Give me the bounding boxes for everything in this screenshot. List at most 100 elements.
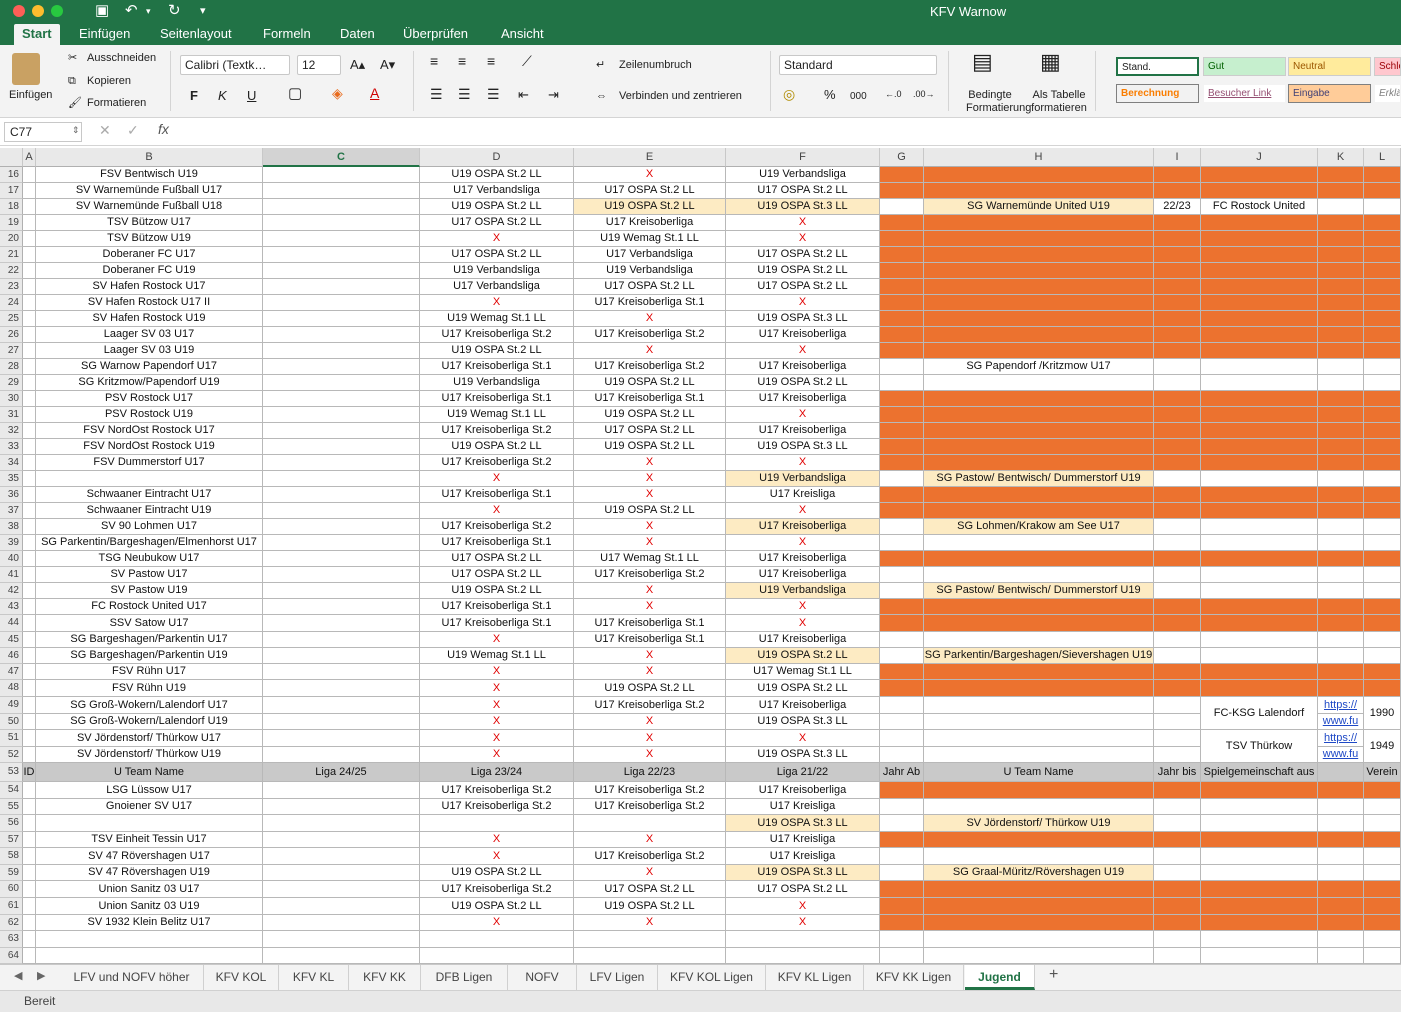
- table-cell[interactable]: [1154, 519, 1201, 535]
- table-cell[interactable]: SV Hafen Rostock U17 II: [36, 295, 263, 311]
- table-cell[interactable]: Doberaner FC U17: [36, 247, 263, 263]
- table-cell[interactable]: [263, 583, 420, 599]
- table-cell[interactable]: X: [420, 632, 574, 648]
- row-header[interactable]: 31: [0, 407, 23, 423]
- table-cell[interactable]: [1201, 881, 1318, 898]
- table-header-cell[interactable]: Jahr bis: [1154, 763, 1201, 782]
- table-cell[interactable]: [263, 359, 420, 375]
- table-cell[interactable]: [1318, 391, 1364, 407]
- table-cell[interactable]: X: [420, 471, 574, 487]
- table-cell[interactable]: [1318, 648, 1364, 664]
- table-cell[interactable]: X: [726, 455, 880, 471]
- table-cell[interactable]: [263, 567, 420, 583]
- table-cell[interactable]: [23, 183, 36, 199]
- table-cell[interactable]: [1154, 881, 1201, 898]
- table-cell[interactable]: X: [420, 915, 574, 931]
- table-cell[interactable]: [1154, 167, 1201, 183]
- row-header[interactable]: 42: [0, 583, 23, 599]
- sheet-tab[interactable]: Jugend: [965, 965, 1035, 990]
- table-cell[interactable]: [880, 391, 924, 407]
- column-header-f[interactable]: F: [726, 148, 880, 167]
- table-cell[interactable]: [924, 948, 1154, 964]
- row-header[interactable]: 23: [0, 279, 23, 295]
- table-cell[interactable]: SV 47 Rövershagen U17: [36, 848, 263, 865]
- table-cell[interactable]: U19 Verbandsliga: [420, 375, 574, 391]
- table-cell[interactable]: X: [726, 915, 880, 931]
- format-painter-icon[interactable]: 🖌: [68, 97, 82, 110]
- table-cell[interactable]: [23, 747, 36, 763]
- table-cell[interactable]: U19 OSPA St.2 LL: [726, 680, 880, 697]
- table-cell[interactable]: U17 Verbandsliga: [574, 247, 726, 263]
- table-cell[interactable]: TSV Bützow U19: [36, 231, 263, 247]
- table-cell[interactable]: X: [420, 832, 574, 848]
- table-cell[interactable]: [1318, 279, 1364, 295]
- table-cell[interactable]: [1201, 359, 1318, 375]
- table-cell[interactable]: [1318, 599, 1364, 615]
- sheet-tab[interactable]: LFV und NOFV höher: [60, 965, 204, 990]
- table-cell[interactable]: X: [574, 167, 726, 183]
- table-cell[interactable]: [1154, 327, 1201, 343]
- name-box-stepper-icon[interactable]: ⇕: [72, 124, 80, 137]
- format-as-table-icon[interactable]: ▦: [1040, 51, 1061, 73]
- table-cell[interactable]: U17 Kreisoberliga: [726, 391, 880, 407]
- table-cell[interactable]: [1154, 247, 1201, 263]
- table-cell[interactable]: U19 OSPA St.2 LL: [420, 199, 574, 215]
- table-cell[interactable]: Doberaner FC U19: [36, 263, 263, 279]
- table-cell[interactable]: [23, 279, 36, 295]
- table-cell[interactable]: [23, 599, 36, 615]
- table-cell[interactable]: X: [420, 680, 574, 697]
- table-cell[interactable]: [880, 714, 924, 730]
- table-cell[interactable]: SG Groß-Wokern/Lalendorf U19: [36, 714, 263, 730]
- table-cell[interactable]: [23, 471, 36, 487]
- row-header[interactable]: 48: [0, 680, 23, 697]
- table-cell[interactable]: SV Hafen Rostock U17: [36, 279, 263, 295]
- wrap-text-button[interactable]: Zeilenumbruch: [619, 59, 692, 72]
- table-cell[interactable]: [1364, 231, 1401, 247]
- table-cell[interactable]: U19 Verbandsliga: [574, 263, 726, 279]
- table-cell[interactable]: U19 Wemag St.1 LL: [420, 407, 574, 423]
- table-cell[interactable]: [263, 327, 420, 343]
- table-cell[interactable]: SG Bargeshagen/Parkentin U19: [36, 648, 263, 664]
- sheet-tab[interactable]: KFV KOL: [204, 965, 279, 990]
- row-header[interactable]: 22: [0, 263, 23, 279]
- table-cell[interactable]: U19 OSPA St.2 LL: [574, 199, 726, 215]
- table-cell[interactable]: [263, 915, 420, 931]
- underline-button[interactable]: U: [247, 89, 256, 102]
- table-cell[interactable]: [1364, 664, 1401, 680]
- sheet-tab[interactable]: KFV KK: [349, 965, 421, 990]
- sheet-tab[interactable]: KFV KK Ligen: [864, 965, 964, 990]
- percent-button[interactable]: %: [824, 88, 836, 101]
- table-cell[interactable]: [1364, 247, 1401, 263]
- tab-data[interactable]: Daten: [340, 26, 375, 42]
- table-cell[interactable]: U17 Kreisoberliga: [726, 567, 880, 583]
- style-good[interactable]: Gut: [1203, 57, 1286, 76]
- undo-icon[interactable]: ↶: [125, 2, 138, 20]
- orientation-icon[interactable]: ⟋: [522, 54, 532, 68]
- table-cell[interactable]: [1364, 391, 1401, 407]
- table-cell[interactable]: [1364, 881, 1401, 898]
- table-cell[interactable]: [1154, 471, 1201, 487]
- table-cell[interactable]: [1154, 375, 1201, 391]
- sheet-tab[interactable]: DFB Ligen: [421, 965, 508, 990]
- table-cell[interactable]: [263, 439, 420, 455]
- table-cell[interactable]: [263, 799, 420, 815]
- table-cell[interactable]: [1318, 664, 1364, 680]
- cut-icon[interactable]: ✂: [68, 52, 77, 65]
- row-header[interactable]: 24: [0, 295, 23, 311]
- table-cell[interactable]: SV Pastow U19: [36, 583, 263, 599]
- table-cell[interactable]: [263, 714, 420, 730]
- table-header-cell[interactable]: [1318, 763, 1364, 782]
- column-header-j[interactable]: J: [1201, 148, 1318, 167]
- table-cell[interactable]: www.fu: [1318, 714, 1364, 730]
- table-cell[interactable]: X: [574, 487, 726, 503]
- column-header-h[interactable]: H: [924, 148, 1154, 167]
- table-cell[interactable]: [1364, 423, 1401, 439]
- style-bad[interactable]: Schle: [1374, 57, 1401, 76]
- table-cell[interactable]: [23, 359, 36, 375]
- table-cell[interactable]: U19 OSPA St.2 LL: [420, 898, 574, 915]
- table-cell[interactable]: X: [726, 407, 880, 423]
- table-cell[interactable]: U19 Verbandsliga: [726, 167, 880, 183]
- sheet-tab[interactable]: KFV KL: [279, 965, 349, 990]
- format-painter-button[interactable]: Formatieren: [87, 97, 146, 110]
- column-header-i[interactable]: I: [1154, 148, 1201, 167]
